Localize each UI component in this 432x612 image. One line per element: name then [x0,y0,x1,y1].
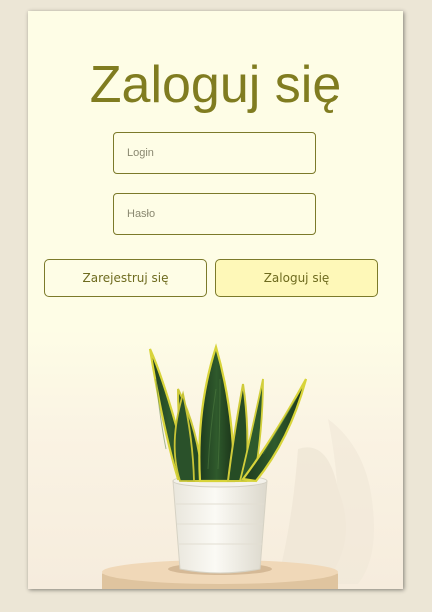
page-title: Zaloguj się [89,56,342,114]
login-button[interactable]: Zaloguj się [215,259,378,297]
login-card: Zaloguj się Zarejestruj się Zaloguj się [28,11,403,589]
register-button[interactable]: Zarejestruj się [44,259,207,297]
login-input[interactable] [113,132,316,174]
snake-plant-image [28,329,403,589]
password-input[interactable] [113,193,316,235]
register-button-label: Zarejestruj się [82,271,169,285]
login-button-label: Zaloguj się [263,271,330,285]
